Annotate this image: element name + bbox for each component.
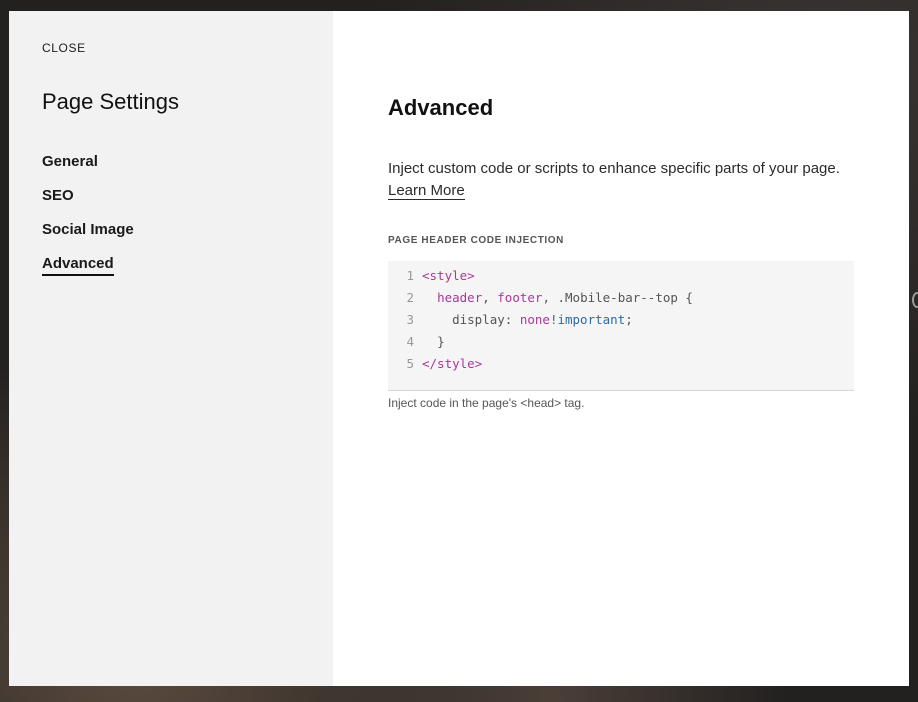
- code-injection-label: PAGE HEADER CODE INJECTION: [388, 235, 564, 246]
- line-number: 1: [406, 268, 414, 283]
- line-number: 3: [406, 312, 414, 327]
- nav-item-label: SEO: [42, 187, 74, 204]
- code-token: footer: [497, 290, 543, 305]
- line-number: 5: [406, 356, 414, 371]
- line-number: 2: [406, 290, 414, 305]
- code-token: ;: [625, 312, 633, 327]
- code-token: </style>: [422, 356, 483, 371]
- nav-item-seo[interactable]: SEO: [42, 187, 134, 221]
- code-token: ,: [482, 290, 498, 305]
- code-token: <style>: [422, 268, 475, 283]
- nav-item-label: Social Image: [42, 221, 134, 238]
- nav-item-label: General: [42, 153, 98, 170]
- sidebar-title: Page Settings: [42, 89, 179, 114]
- code-line: 5 </style>: [388, 353, 854, 375]
- code-token: none: [519, 312, 550, 327]
- learn-more-link[interactable]: Learn More: [388, 182, 465, 200]
- nav-item-label: Advanced: [42, 255, 114, 276]
- section-description: Inject custom code or scripts to enhance…: [388, 158, 858, 202]
- close-button[interactable]: CLOSE: [42, 41, 86, 55]
- code-editor[interactable]: 1 <style> 2 header, footer, .Mobile-bar-…: [388, 261, 854, 391]
- code-token: , .Mobile-bar--top {: [542, 290, 693, 305]
- code-token: header: [437, 290, 483, 305]
- code-line: 4 }: [388, 331, 854, 353]
- settings-sidebar: CLOSE Page Settings General SEO Social I…: [9, 11, 333, 686]
- nav-item-advanced[interactable]: Advanced: [42, 255, 134, 289]
- code-line: 2 header, footer, .Mobile-bar--top {: [388, 287, 854, 309]
- code-line: 1 <style>: [388, 265, 854, 287]
- settings-content: Advanced Inject custom code or scripts t…: [333, 11, 909, 686]
- scroll-indicator: [912, 292, 918, 308]
- line-number: 4: [406, 334, 414, 349]
- code-token: !important: [549, 312, 626, 327]
- code-line: 3 display: none !important;: [388, 309, 854, 331]
- code-token: }: [437, 334, 445, 349]
- page-settings-dialog: CLOSE Page Settings General SEO Social I…: [9, 11, 909, 686]
- description-text: Inject custom code or scripts to enhance…: [388, 160, 840, 177]
- settings-nav: General SEO Social Image Advanced: [42, 153, 134, 289]
- nav-item-general[interactable]: General: [42, 153, 134, 187]
- section-title: Advanced: [388, 95, 494, 120]
- code-token: display:: [452, 312, 520, 327]
- nav-item-social-image[interactable]: Social Image: [42, 221, 134, 255]
- code-injection-hint: Inject code in the page's <head> tag.: [388, 396, 585, 410]
